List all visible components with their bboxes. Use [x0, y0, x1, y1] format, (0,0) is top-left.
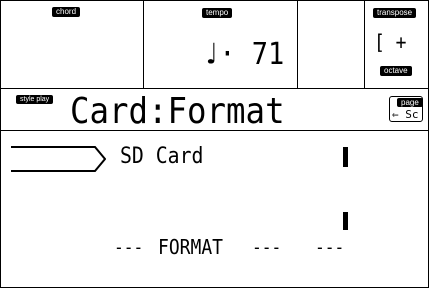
tempo-badge: tempo — [202, 8, 233, 18]
scroll-marker-bottom — [343, 212, 348, 230]
page-title: Card:Format — [70, 91, 285, 132]
style-play-badge: style play — [16, 95, 54, 104]
chord-badge: chord — [52, 7, 81, 17]
transpose-value[interactable]: [ + — [374, 30, 407, 54]
header-divider-3 — [364, 0, 365, 88]
selection-cursor[interactable] — [10, 146, 107, 172]
transpose-badge: transpose — [373, 8, 417, 18]
page-button[interactable]: page ⇐ Sc — [389, 96, 423, 122]
page-badge: page — [397, 98, 423, 107]
octave-badge: octave — [380, 66, 412, 76]
format-button[interactable]: FORMAT — [158, 235, 223, 259]
format-dash-right: --- — [315, 237, 345, 258]
format-dash-mid: --- — [252, 237, 282, 258]
tempo-value[interactable]: ♩· 71 — [203, 38, 284, 72]
format-dash-left: --- — [114, 237, 144, 258]
header-divider-2 — [297, 0, 298, 88]
scroll-marker-top — [343, 147, 348, 167]
cursor-arrow-icon — [11, 146, 107, 172]
header-divider-1 — [143, 0, 144, 88]
device-label[interactable]: SD Card — [120, 143, 203, 171]
page-value: ⇐ Sc — [392, 108, 419, 121]
header-bottom-line — [0, 88, 429, 89]
